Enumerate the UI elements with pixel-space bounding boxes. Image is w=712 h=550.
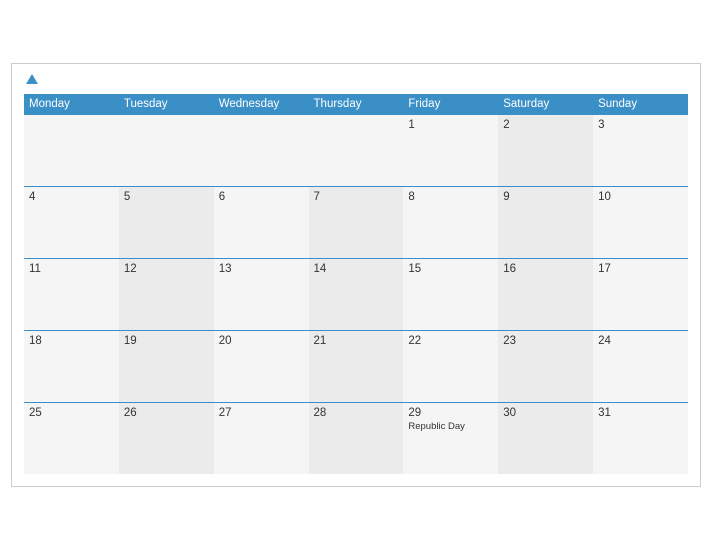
day-number: 17	[598, 263, 683, 275]
day-number: 6	[219, 191, 304, 203]
weekday-header-friday: Friday	[403, 94, 498, 115]
calendar-header	[24, 74, 688, 86]
calendar-cell: 30	[498, 402, 593, 474]
weekday-header-row: MondayTuesdayWednesdayThursdayFridaySatu…	[24, 94, 688, 115]
day-number: 10	[598, 191, 683, 203]
day-number: 9	[503, 191, 588, 203]
calendar-cell: 20	[214, 330, 309, 402]
day-number: 13	[219, 263, 304, 275]
holiday-label: Republic Day	[408, 421, 493, 432]
calendar-cell: 31	[593, 402, 688, 474]
day-number: 5	[124, 191, 209, 203]
weekday-header-thursday: Thursday	[309, 94, 404, 115]
week-row-4: 18 19 20 21 22 23 24	[24, 330, 688, 402]
calendar-container: MondayTuesdayWednesdayThursdayFridaySatu…	[11, 63, 701, 488]
day-number: 23	[503, 335, 588, 347]
calendar-cell: 15	[403, 258, 498, 330]
weekday-header-monday: Monday	[24, 94, 119, 115]
week-row-1: 123	[24, 114, 688, 186]
calendar-cell: 1	[403, 114, 498, 186]
day-number: 14	[314, 263, 399, 275]
logo	[24, 74, 38, 86]
calendar-cell	[214, 114, 309, 186]
calendar-cell: 25	[24, 402, 119, 474]
week-row-2: 456789 10	[24, 186, 688, 258]
calendar-cell: 5	[119, 186, 214, 258]
calendar-cell: 16	[498, 258, 593, 330]
calendar-cell	[309, 114, 404, 186]
week-row-5: 25 26 27 28 29 Republic Day 30 31	[24, 402, 688, 474]
calendar-cell: 19	[119, 330, 214, 402]
day-number: 25	[29, 407, 114, 419]
day-number: 2	[503, 119, 588, 131]
calendar-cell: 24	[593, 330, 688, 402]
calendar-cell: 21	[309, 330, 404, 402]
calendar-cell: 17	[593, 258, 688, 330]
weekday-header-sunday: Sunday	[593, 94, 688, 115]
day-number: 27	[219, 407, 304, 419]
calendar-cell: 14	[309, 258, 404, 330]
calendar-cell: 2	[498, 114, 593, 186]
calendar-cell: 12	[119, 258, 214, 330]
day-number: 31	[598, 407, 683, 419]
calendar-cell: 23	[498, 330, 593, 402]
day-number: 28	[314, 407, 399, 419]
weekday-header-wednesday: Wednesday	[214, 94, 309, 115]
day-number: 12	[124, 263, 209, 275]
day-number: 18	[29, 335, 114, 347]
calendar-cell: 18	[24, 330, 119, 402]
calendar-cell: 8	[403, 186, 498, 258]
calendar-cell: 7	[309, 186, 404, 258]
day-number: 29	[408, 407, 493, 419]
day-number: 11	[29, 263, 114, 275]
calendar-cell: 13	[214, 258, 309, 330]
calendar-cell	[119, 114, 214, 186]
logo-triangle-icon	[26, 74, 38, 84]
day-number: 1	[408, 119, 493, 131]
calendar-cell: 6	[214, 186, 309, 258]
calendar-cell: 3	[593, 114, 688, 186]
day-number: 20	[219, 335, 304, 347]
day-number: 7	[314, 191, 399, 203]
day-number: 4	[29, 191, 114, 203]
day-number: 8	[408, 191, 493, 203]
weekday-header-saturday: Saturday	[498, 94, 593, 115]
calendar-cell: 28	[309, 402, 404, 474]
day-number: 24	[598, 335, 683, 347]
day-number: 21	[314, 335, 399, 347]
day-number: 15	[408, 263, 493, 275]
day-number: 19	[124, 335, 209, 347]
calendar-cell	[24, 114, 119, 186]
weekday-header-tuesday: Tuesday	[119, 94, 214, 115]
day-number: 26	[124, 407, 209, 419]
calendar-cell: 4	[24, 186, 119, 258]
calendar-table: MondayTuesdayWednesdayThursdayFridaySatu…	[24, 94, 688, 475]
day-number: 3	[598, 119, 683, 131]
calendar-cell: 10	[593, 186, 688, 258]
calendar-cell: 29 Republic Day	[403, 402, 498, 474]
day-number: 22	[408, 335, 493, 347]
week-row-3: 11 12 13 14 15 16 17	[24, 258, 688, 330]
calendar-cell: 27	[214, 402, 309, 474]
calendar-cell: 22	[403, 330, 498, 402]
calendar-cell: 9	[498, 186, 593, 258]
day-number: 30	[503, 407, 588, 419]
day-number: 16	[503, 263, 588, 275]
calendar-cell: 26	[119, 402, 214, 474]
calendar-cell: 11	[24, 258, 119, 330]
